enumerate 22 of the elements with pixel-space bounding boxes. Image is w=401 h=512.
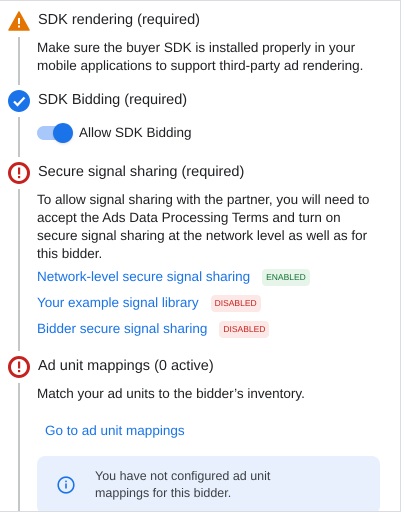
settings-link[interactable]: Your example signal library xyxy=(37,293,199,314)
description-text: To allow signal sharing with the partner, you will need to accept the Ads Data Processing Terms and turn on secure signal sharing at the network level as well as for this bidder. xyxy=(37,191,370,264)
toggle-switch[interactable] xyxy=(37,126,71,140)
check-circle-icon xyxy=(8,90,30,112)
info-icon xyxy=(57,476,75,494)
settings-link[interactable]: Bidder secure signal sharing xyxy=(37,319,208,340)
step-title: SDK rendering (required) xyxy=(38,11,200,30)
step-title: Ad unit mappings (0 active) xyxy=(38,357,214,376)
status-badge: ENABLED xyxy=(262,268,310,286)
step-title: Secure signal sharing (required) xyxy=(38,163,244,182)
warning-icon xyxy=(8,11,30,31)
status-badge: DISABLED xyxy=(210,294,261,312)
settings-link[interactable]: Network-level secure signal sharing xyxy=(37,267,250,288)
description-text: Match your ad units to the bidder’s inventory. xyxy=(37,385,306,404)
error-icon xyxy=(8,162,30,184)
mappings-link[interactable]: Go to ad unit mappings xyxy=(45,421,185,442)
error-icon xyxy=(8,356,30,378)
status-badge: DISABLED xyxy=(219,320,270,338)
step-title: SDK Bidding (required) xyxy=(38,91,188,110)
info-text: You have not configured ad unit mappings for this bidder. xyxy=(95,468,272,502)
description-text: Make sure the buyer SDK is installed properly in your mobile applications to support third-party ad rendering. xyxy=(37,39,364,75)
toggle-label: Allow SDK Bidding xyxy=(79,124,192,142)
